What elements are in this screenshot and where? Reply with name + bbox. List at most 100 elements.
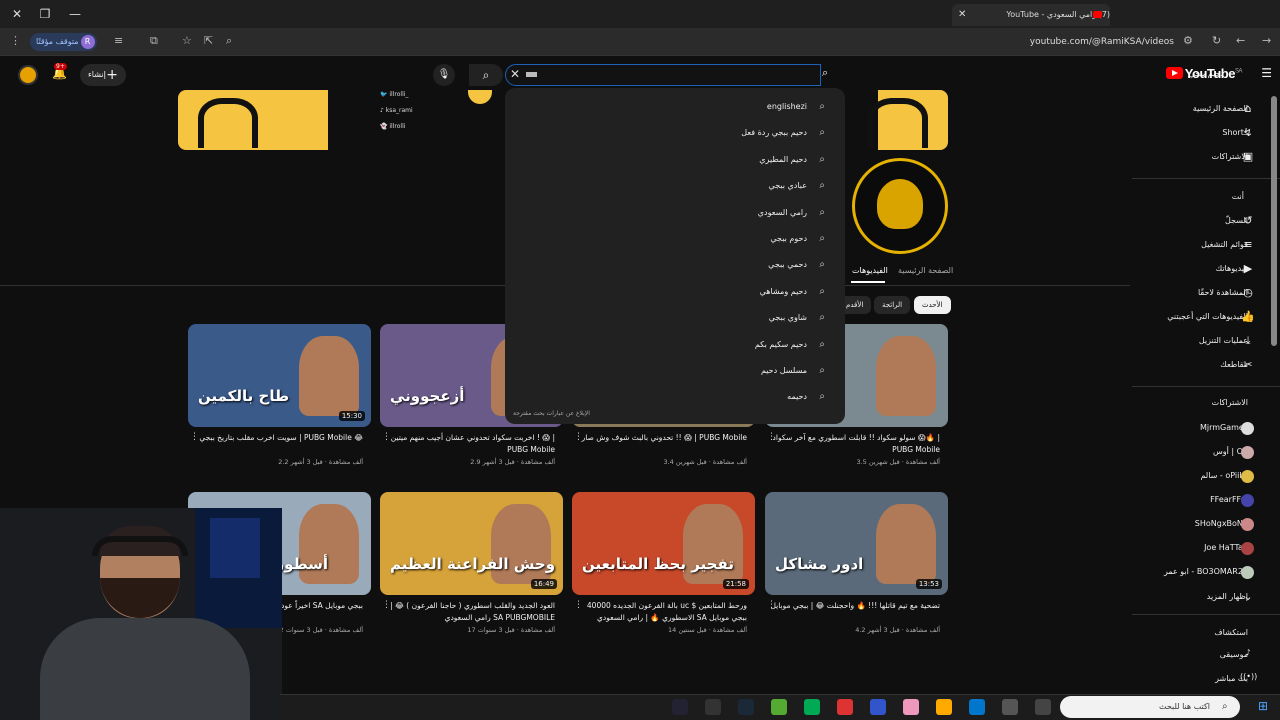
edge-icon[interactable] [969,699,985,715]
profile-paused-button[interactable]: متوقف مؤقتًا R [30,33,97,51]
star-icon[interactable]: ☆ [182,34,192,47]
social-snapchat[interactable]: 👻 illrolli [380,123,405,130]
sidebar-explore-item[interactable]: موسيقى [1138,650,1248,659]
obs-icon[interactable] [771,699,787,715]
video-thumbnail[interactable]: وحش الفراعنة العظيم 16:49 [380,492,563,595]
video-title[interactable]: العود الجديد والقلب اسطوري ( حاجنا الفرع… [380,600,555,624]
sidebar-item-history[interactable]: السجلّ [1138,216,1248,225]
messenger-icon[interactable] [870,699,886,715]
search-input[interactable]: دحيم ببجي [1189,69,1224,78]
tab-home[interactable]: الصفحة الرئيسية [898,266,953,275]
chip-popular[interactable]: الرائجة [874,296,911,314]
sidebar-subs-header[interactable]: الاشتراكات [1212,398,1248,407]
search-suggestion[interactable]: عبادي ببجي ⌕ [525,179,825,193]
video-thumbnail[interactable]: تفجير بحظ المتابعين 21:58 [572,492,755,595]
microphone-icon[interactable]: 🎙 [433,64,455,86]
video-title[interactable]: تضحية مع تيم قاتلها !!! 🔥 واحجنلت 😂 | بب… [765,600,940,624]
url-text[interactable]: youtube.com/@RamiKSA/videos [1030,37,1174,47]
guide-menu-icon[interactable]: ☰ [1261,66,1272,80]
sidebar-item[interactable]: الصفحة الرئيسية [1138,104,1248,113]
video-title[interactable]: اخربت سكواد تحدوني عشان أجيب منهم ميتين … [380,432,555,456]
files-icon[interactable] [903,699,919,715]
account-avatar[interactable] [18,65,38,85]
sidebar-scrollbar[interactable] [1271,96,1277,346]
sidebar-icon[interactable]: ≡ [114,34,123,47]
sidebar-item-watch-later[interactable]: المشاهدة لاحقًا [1138,288,1248,297]
zoom-icon[interactable]: ⌕ [226,34,232,48]
restore-window-icon[interactable]: ❐ [34,4,56,24]
sidebar-item-your-videos[interactable]: فيديوهاتك [1138,264,1248,273]
video-menu-icon[interactable]: ⋮ [574,432,583,442]
menu-icon[interactable]: ⋮ [10,34,21,47]
nexthink-icon[interactable] [705,699,721,715]
video-menu-icon[interactable]: ⋮ [574,600,583,610]
channel-avatar[interactable] [852,158,948,254]
browser-tab[interactable]: ✕ (7) رامي السعودي - YouTube [952,4,1110,26]
create-button[interactable]: إنشاء + [80,64,126,86]
search-suggestion[interactable]: دحوم ببجي ⌕ [525,232,825,246]
video-menu-icon[interactable]: ⋮ [382,600,391,610]
notifications-bell-icon[interactable]: 🔔 9+ [52,63,67,80]
sidebar-item-clips[interactable]: مقاطعك [1138,360,1248,369]
share-icon[interactable]: ⇱ [204,34,213,47]
close-tab-icon[interactable]: ✕ [958,4,966,26]
chrome-icon[interactable] [837,699,853,715]
search-suggestion[interactable]: مسلسل دحيم ⌕ [525,364,825,378]
search-suggestion[interactable]: دحيم المطيري ⌕ [525,153,825,167]
video-title[interactable]: سولو سكواد !! قابلت اسطوري مع آخر سكواد … [765,432,940,456]
search-suggestion[interactable]: دحيم سكيم بكم ⌕ [525,338,825,352]
sidebar-you-header[interactable]: أنت [1232,192,1244,201]
video-menu-icon[interactable]: ⋮ [767,600,776,610]
sidebar-item-liked[interactable]: الفيديوهات التي أعجبتني [1138,312,1248,321]
search-suggestion[interactable]: englishezi ⌕ [525,100,825,114]
report-suggestions-link[interactable]: الإبلاغ عن عبارات بحث مقترحة [513,410,590,417]
back-icon[interactable]: ← [1236,34,1245,47]
reload-icon[interactable]: ↻ [1212,34,1221,47]
search-button[interactable]: ⌕ [469,64,503,86]
search-suggestion[interactable]: دحيمه ⌕ [525,390,825,404]
sidebar-explore-item[interactable]: بث مباشر [1138,674,1248,683]
clear-search-icon[interactable]: ✕ [510,67,520,81]
sidebar-subscription[interactable]: MjrmGames [1138,423,1248,432]
video-menu-icon[interactable]: ⋮ [767,432,776,442]
search-suggestion[interactable]: دحيم ببجي ردة فعل ⌕ [525,126,825,140]
video-title[interactable]: تحدوني بالبث شوف وش صار !! 😱 | PUBG Mobi… [572,432,747,456]
forward-icon[interactable]: → [1262,34,1271,47]
extensions-icon[interactable]: ⧉ [150,34,158,48]
sidebar-show-more[interactable]: إظهار المزيد [1138,592,1248,601]
sidebar-subscription[interactable]: أوس | OS [1138,447,1248,456]
sidebar-subscription[interactable]: Joe HaTTab [1138,543,1248,552]
apps-icon[interactable] [672,699,688,715]
sidebar-subscription[interactable]: SHoNgxBoNg [1138,519,1248,528]
task-view-icon[interactable] [1035,699,1051,715]
social-twitter[interactable]: 🐦 illrolli_ [380,91,408,98]
widgets-icon[interactable] [1002,699,1018,715]
sidebar-subscription[interactable]: سالم - oPiiLz [1138,471,1248,480]
video-menu-icon[interactable]: ⋮ [382,432,391,442]
search-suggestion[interactable]: دحيم ومشاهي ⌕ [525,285,825,299]
video-thumbnail[interactable]: طاح بالكمين 15:30 [188,324,371,427]
sidebar-item[interactable]: الاشتراكات [1138,152,1248,161]
tab-videos[interactable]: الفيديوهات [852,266,888,275]
sidebar-item-playlists[interactable]: قوائم التشغيل [1138,240,1248,249]
search-suggestion[interactable]: شاوي ببجي ⌕ [525,311,825,325]
close-window-icon[interactable]: ✕ [6,4,28,24]
sidebar-subscription[interactable]: ابو عمر - BO3OMAR22 [1138,567,1248,576]
site-info-icon[interactable]: ⚙ [1183,34,1193,47]
video-menu-icon[interactable]: ⋮ [190,432,199,442]
windows-start-icon[interactable]: ⊞ [1258,699,1268,713]
video-thumbnail[interactable]: ادور مشاكل 13:53 [765,492,948,595]
taskbar-search[interactable]: اكتب هنا للبحث [1060,696,1240,718]
search-suggestion[interactable]: رامي السعودي ⌕ [525,206,825,220]
social-tiktok[interactable]: ♪ ksa_rami [380,107,413,114]
steam-icon[interactable] [738,699,754,715]
keyboard-icon[interactable] [526,72,537,77]
minimize-window-icon[interactable]: — [64,4,86,24]
sidebar-subscription[interactable]: FFearFFul [1138,495,1248,504]
search-box[interactable] [505,64,821,86]
search-suggestion[interactable]: دحمي ببجي ⌕ [525,258,825,272]
xbox-icon[interactable] [804,699,820,715]
video-title[interactable]: سويت اخرب مقلب بتاريخ ببجي | PUBG Mobile… [188,432,363,456]
sidebar-item-downloads[interactable]: عمليات التنزيل [1138,336,1248,345]
video-title[interactable]: بالة الفرعون الجديده 40000 uc $ ورحط الم… [572,600,747,624]
